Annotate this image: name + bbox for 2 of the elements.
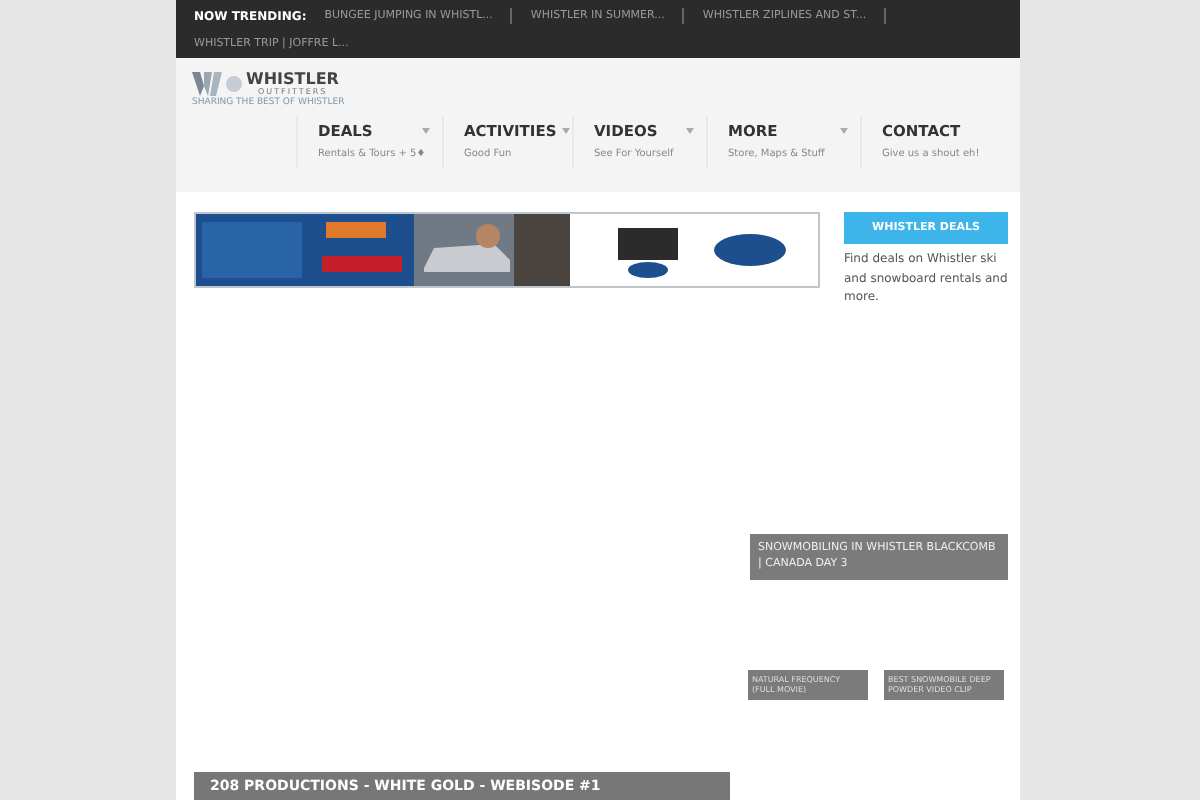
logo-text: WHISTLER	[246, 72, 339, 89]
logo-icon	[192, 70, 244, 99]
